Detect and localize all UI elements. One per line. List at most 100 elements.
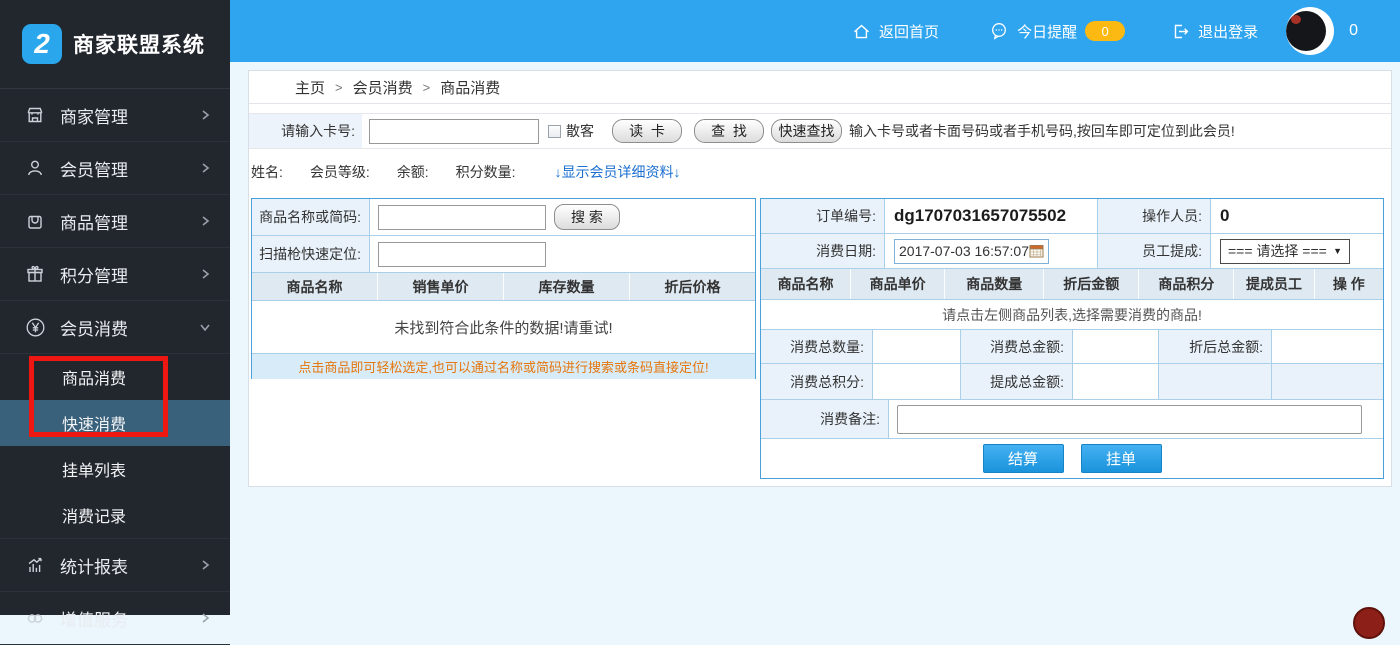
member-name-label: 姓名:: [251, 164, 283, 180]
member-balance-label: 余额:: [396, 164, 429, 180]
chevron-right-icon: [198, 161, 212, 175]
product-name-input[interactable]: [378, 204, 546, 230]
breadcrumb-consume[interactable]: 会员消费: [353, 77, 413, 98]
order-number-row: 订单编号: dg1707031657075502 操作人员: 0: [761, 199, 1383, 234]
consume-submenu: 商品消费 快速消费 挂单列表 消费记录: [0, 354, 230, 539]
column-header: 库存数量: [504, 273, 630, 300]
walkin-checkbox[interactable]: [548, 124, 561, 138]
gift-icon: [24, 263, 46, 285]
remark-label: 消费备注:: [761, 400, 889, 438]
order-number-label: 订单编号:: [761, 199, 885, 233]
order-number-value: dg1707031657075502: [885, 199, 1098, 233]
find-button[interactable]: 查 找: [694, 119, 764, 143]
scan-locate-label: 扫描枪快速定位:: [252, 236, 370, 272]
walkin-label: 散客: [566, 123, 594, 139]
chevron-right-icon: [198, 214, 212, 228]
discount-total-value: [1272, 330, 1383, 363]
floating-service-bubble[interactable]: [1353, 607, 1385, 639]
order-empty-message: 请点击左侧商品列表,选择需要消费的商品!: [761, 300, 1383, 330]
chevron-down-icon: [198, 320, 212, 334]
consume-date-cell: 2017-07-03 16:57:07: [885, 234, 1098, 268]
product-empty-message: 未找到符合此条件的数据!请重试!: [252, 301, 755, 354]
column-header: 销售单价: [378, 273, 504, 300]
submenu-item-product-consume[interactable]: 商品消费: [0, 354, 230, 400]
logout-link[interactable]: 退出登录: [1171, 21, 1258, 42]
empty-cell: [1159, 364, 1272, 399]
submenu-label: 消费记录: [62, 509, 127, 526]
totals-row-1: 消费总数量: 消费总金额: 折后总金额:: [761, 330, 1383, 364]
card-number-input[interactable]: [369, 118, 539, 144]
settle-button[interactable]: 结算: [982, 444, 1064, 473]
sidebar-item-label: 统计报表: [60, 557, 128, 577]
content-card: 主页 > 会员消费 > 商品消费 请输入卡号: 散客 读 卡 查 找 快速查找 …: [248, 70, 1392, 487]
column-header: 商品名称: [761, 269, 852, 299]
scan-locate-row: 扫描枪快速定位:: [252, 236, 755, 273]
total-amount-label: 消费总金额:: [961, 330, 1073, 363]
yen-icon: [24, 316, 46, 338]
topbar: 返回首页 今日提醒 0 退出登录 0: [230, 0, 1400, 62]
chevron-right-icon: [198, 108, 212, 122]
service-icon: [24, 607, 46, 629]
product-search-button[interactable]: 搜 索: [554, 204, 620, 230]
sidebar-item-product[interactable]: 商品管理: [0, 195, 230, 248]
card-search-row: 请输入卡号: 散客 读 卡 查 找 快速查找 输入卡号或者卡面号码或者手机号码,…: [249, 113, 1391, 149]
sidebar: 2 商家联盟系统 商家管理 会员管理 商品管理 积分管理 会员消费 商品消费 快…: [0, 0, 230, 645]
sidebar-item-reports[interactable]: 统计报表: [0, 539, 230, 592]
breadcrumb-home[interactable]: 主页: [295, 77, 325, 98]
calendar-icon: [1029, 244, 1044, 258]
today-remind-link[interactable]: 今日提醒 0: [989, 21, 1126, 42]
column-header: 商品数量: [945, 269, 1045, 299]
logout-label: 退出登录: [1198, 23, 1259, 41]
home-link[interactable]: 返回首页: [852, 21, 939, 42]
consume-date-value: 2017-07-03 16:57:07: [899, 243, 1029, 259]
order-buttons-row: 结算 挂单: [761, 439, 1383, 478]
column-header: 提成员工: [1234, 269, 1315, 299]
sidebar-item-label: 增值服务: [60, 610, 128, 630]
submenu-item-consume-records[interactable]: 消费记录: [0, 492, 230, 538]
sidebar-item-value-added[interactable]: 增值服务: [0, 592, 230, 645]
avatar[interactable]: [1286, 7, 1335, 55]
remark-input[interactable]: [897, 404, 1362, 434]
submenu-label: 快速消费: [62, 417, 127, 434]
submenu-item-hold-list[interactable]: 挂单列表: [0, 446, 230, 492]
submenu-label: 商品消费: [62, 371, 127, 388]
bag-icon: [24, 210, 46, 232]
logout-icon: [1171, 22, 1190, 41]
quick-find-button[interactable]: 快速查找: [771, 119, 842, 143]
commission-label: 员工提成:: [1098, 234, 1211, 268]
sidebar-item-consume[interactable]: 会员消费: [0, 301, 230, 354]
sidebar-item-member[interactable]: 会员管理: [0, 142, 230, 195]
total-qty-value: [873, 330, 961, 363]
empty-cell: [1272, 364, 1383, 399]
consume-date-input[interactable]: 2017-07-03 16:57:07: [894, 238, 1049, 264]
breadcrumb: 主页 > 会员消费 > 商品消费: [249, 71, 1391, 104]
order-panel: 订单编号: dg1707031657075502 操作人员: 0 消费日期: 2…: [760, 198, 1384, 479]
submenu-item-quick-consume[interactable]: 快速消费: [0, 400, 230, 446]
home-label: 返回首页: [879, 23, 940, 41]
commission-selected-value: === 请选择 ===: [1228, 243, 1327, 259]
product-table-header: 商品名称 销售单价 库存数量 折后价格: [252, 273, 755, 301]
read-card-button[interactable]: 读 卡: [612, 119, 682, 143]
sidebar-item-label: 会员消费: [60, 319, 128, 339]
sidebar-item-merchant[interactable]: 商家管理: [0, 89, 230, 142]
product-panel: 商品名称或简码: 搜 索 扫描枪快速定位: 商品名称 销售单价 库存数量 折后价…: [251, 198, 756, 379]
column-header: 商品积分: [1139, 269, 1235, 299]
chevron-right-icon: [198, 611, 212, 625]
hold-order-button[interactable]: 挂单: [1080, 444, 1162, 473]
today-remind-label: 今日提醒: [1017, 23, 1078, 41]
commission-total-label: 提成总金额:: [961, 364, 1073, 399]
sidebar-item-points[interactable]: 积分管理: [0, 248, 230, 301]
commission-cell: === 请选择 === ▼: [1211, 234, 1383, 268]
column-header: 商品名称: [252, 273, 378, 300]
total-amount-value: [1073, 330, 1159, 363]
home-icon: [852, 22, 871, 41]
member-level-label: 会员等级:: [309, 164, 370, 180]
commission-select[interactable]: === 请选择 === ▼: [1220, 238, 1350, 264]
remind-count-badge: 0: [1085, 21, 1126, 41]
scan-locate-input[interactable]: [378, 241, 546, 267]
chevron-right-icon: [198, 558, 212, 572]
column-header: 折后价格: [664, 278, 721, 295]
select-arrow-icon: ▼: [1333, 246, 1342, 256]
submenu-label: 挂单列表: [62, 463, 127, 480]
member-detail-link[interactable]: ↓显示会员详细资料↓: [555, 162, 681, 182]
